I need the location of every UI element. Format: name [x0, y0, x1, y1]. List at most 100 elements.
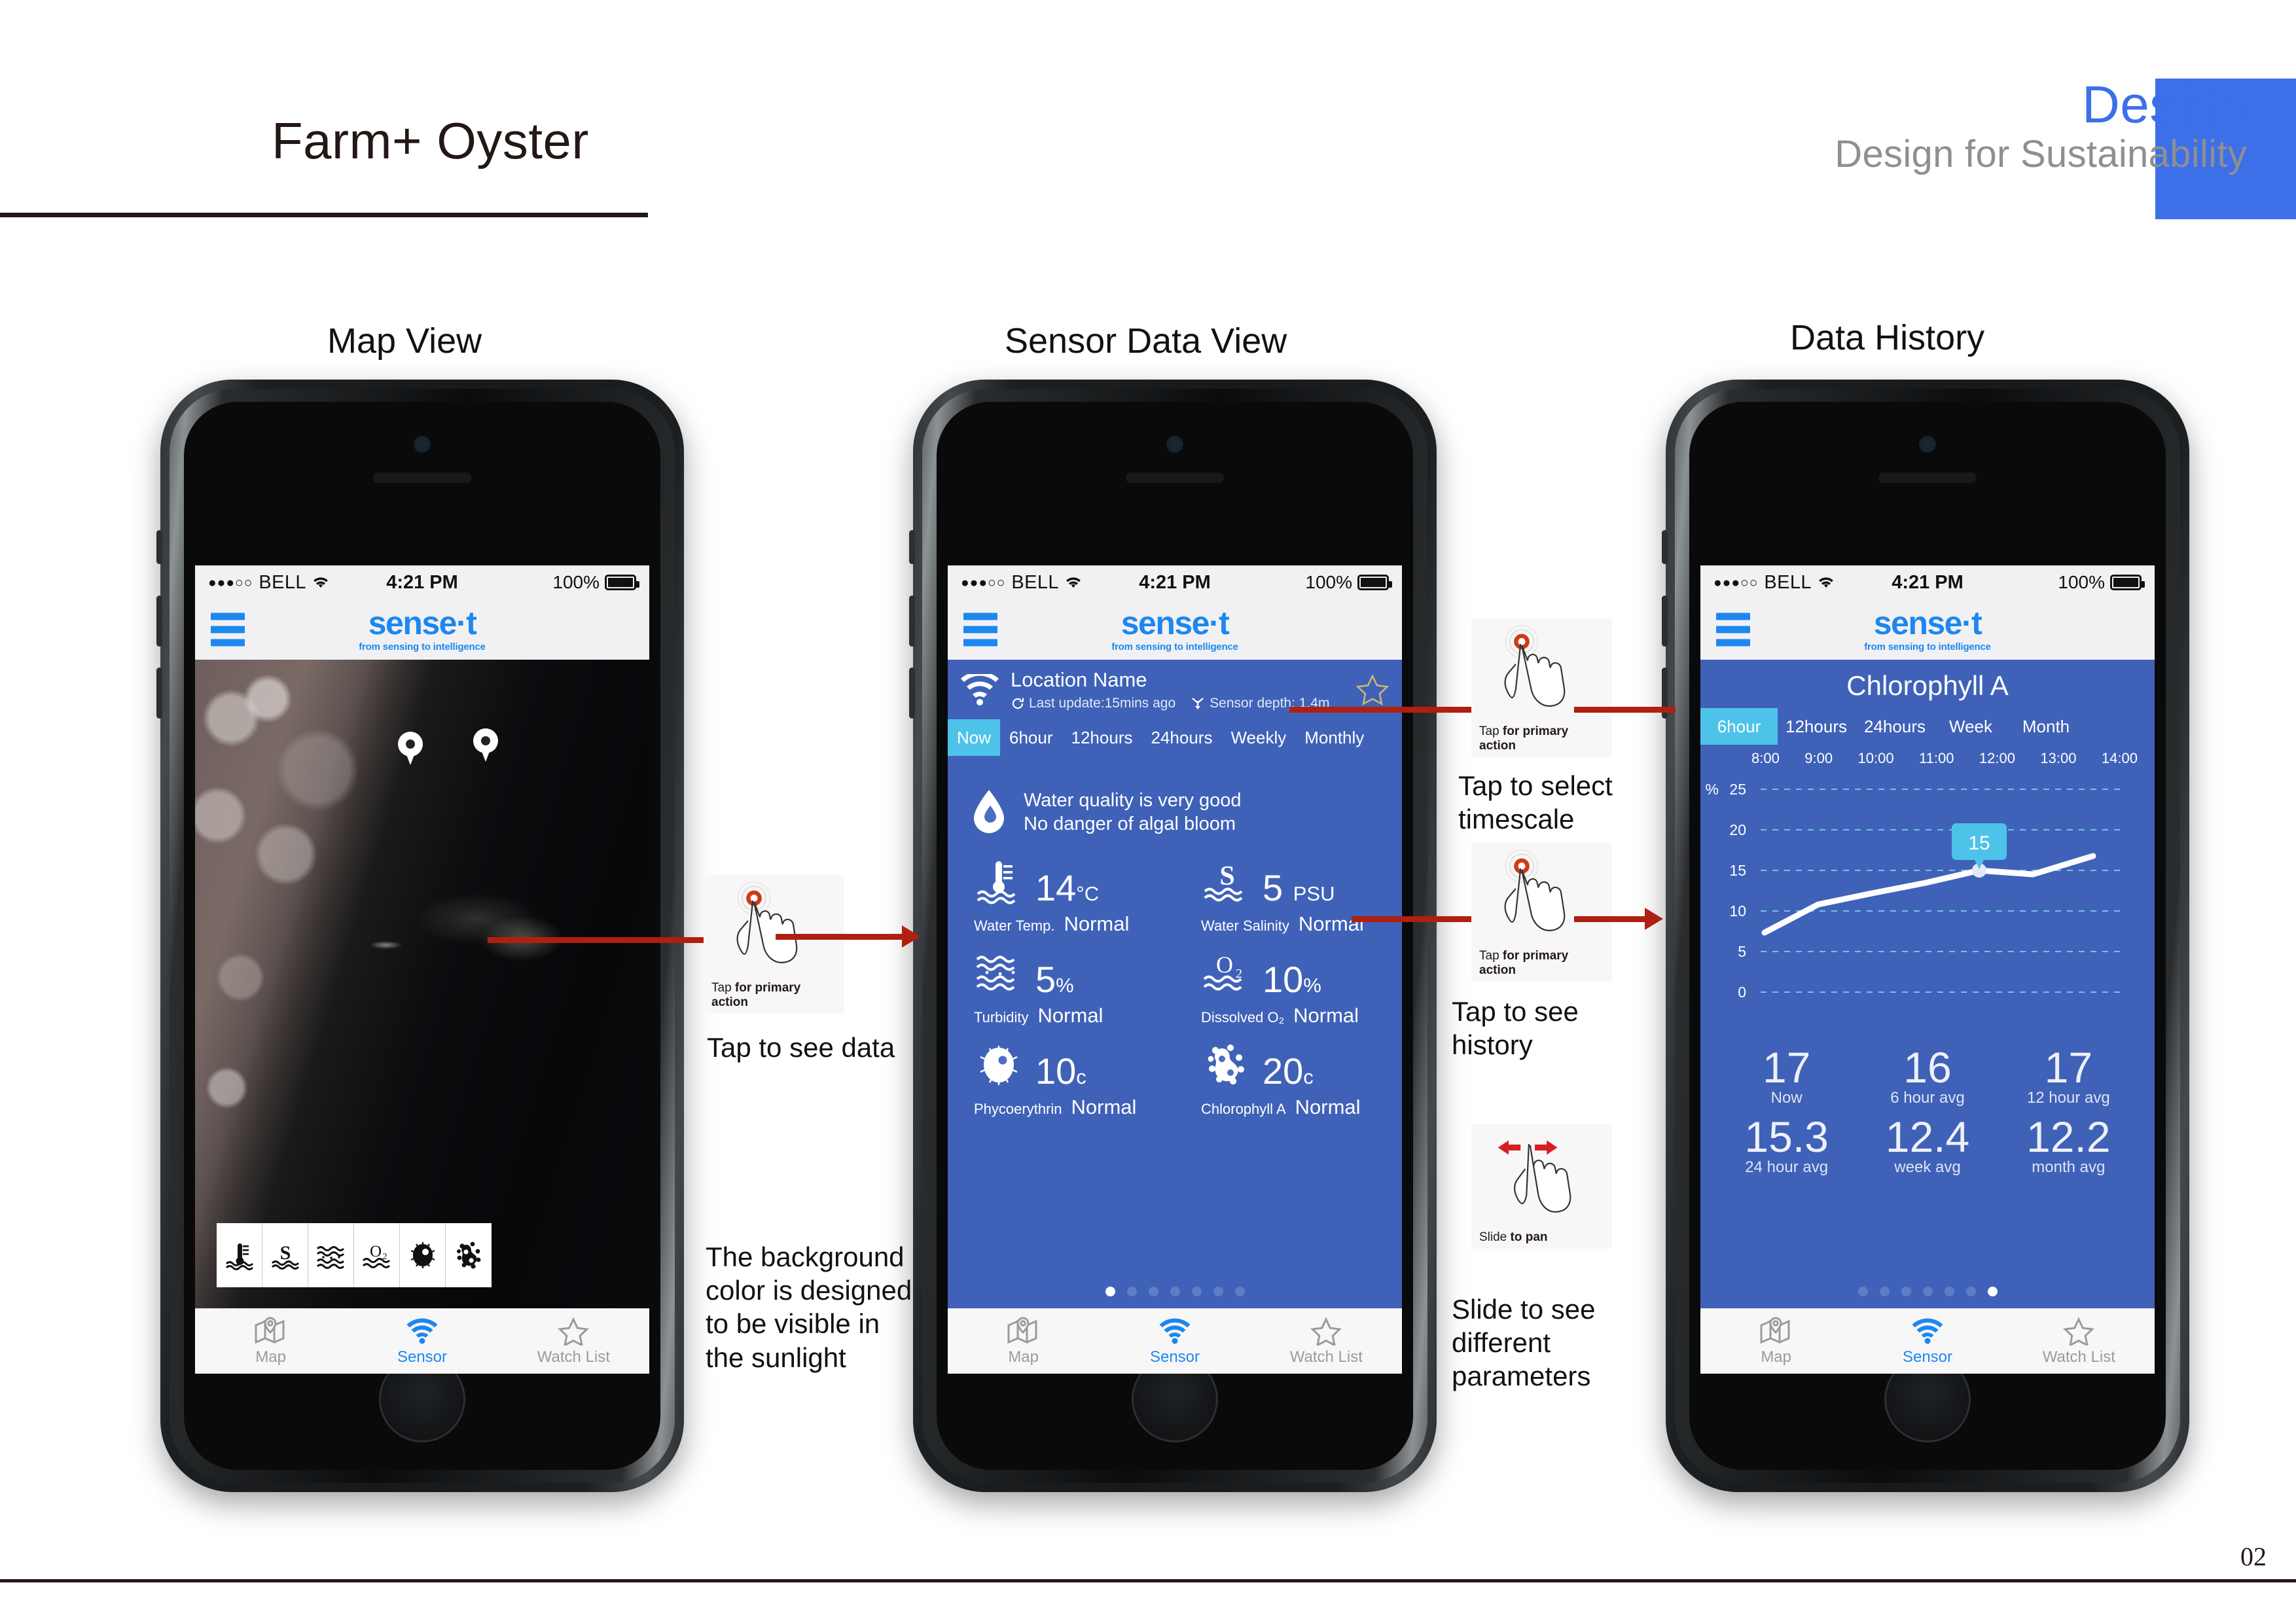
- timescale-24hours[interactable]: 24hours: [1855, 708, 1935, 745]
- reading-label: Water Temp.: [974, 917, 1055, 934]
- parameter-icon-strip[interactable]: S O2: [217, 1223, 492, 1287]
- y-tick-10: 10: [1729, 902, 1746, 919]
- page-dot[interactable]: [1901, 1287, 1911, 1296]
- sidebar-item-map[interactable]: Map: [1700, 1309, 1852, 1374]
- status-bar: ●●●○○ BELL 4:21 PM 100%: [1700, 565, 2155, 599]
- front-camera-icon: [1166, 436, 1183, 453]
- svg-text:2: 2: [1236, 967, 1242, 981]
- chlorophyll-icon[interactable]: [446, 1223, 492, 1287]
- page-dot[interactable]: [1234, 1287, 1245, 1296]
- sidebar-item-sensor[interactable]: Sensor: [1099, 1309, 1250, 1374]
- timescale-24hours[interactable]: 24hours: [1141, 719, 1221, 756]
- screen-map: ●●●○○ BELL 4:21 PM 100% sense·t from sen…: [195, 565, 649, 1374]
- history-chart[interactable]: % 25 20 15 10 5 0 15 8:00 9:00 10:00 11:…: [1700, 750, 2155, 1031]
- reading-water-salinity[interactable]: S 5 PSU Water Salinity Normal: [1175, 859, 1402, 936]
- page-dot[interactable]: [1105, 1287, 1115, 1296]
- turbidity-icon: [976, 955, 1015, 991]
- timescale-now[interactable]: Now: [948, 719, 1001, 757]
- menu-icon[interactable]: [963, 613, 997, 647]
- map-pin[interactable]: [473, 728, 498, 762]
- reading-water-temperature[interactable]: 14°C Water Temp. Normal: [948, 859, 1175, 936]
- timescale-6hour[interactable]: 6hour: [1700, 708, 1778, 745]
- stat-value: 12.2: [2026, 1113, 2111, 1161]
- volume-down-button[interactable]: [156, 668, 162, 719]
- page-dot[interactable]: [1944, 1287, 1954, 1296]
- reading-value: 5%: [1035, 961, 1074, 998]
- menu-icon[interactable]: [1716, 613, 1750, 647]
- mute-switch[interactable]: [909, 530, 915, 564]
- sidebar-item-map[interactable]: Map: [948, 1309, 1099, 1374]
- sidebar-item-watchlist[interactable]: Watch List: [2003, 1309, 2155, 1374]
- footer-rule: [0, 1579, 2296, 1582]
- timescale-monthly[interactable]: Monthly: [1295, 719, 1373, 756]
- page-dot[interactable]: [1170, 1287, 1180, 1296]
- timescale-selector[interactable]: 6hour 12hours 24hours Week Month: [1700, 708, 2155, 745]
- status-time: 4:21 PM: [386, 571, 458, 593]
- stat-label: 6 hour avg: [1890, 1089, 1965, 1107]
- volume-up-button[interactable]: [1662, 596, 1668, 647]
- volume-down-button[interactable]: [909, 668, 915, 719]
- phycoerythrin-icon: [980, 1045, 1018, 1085]
- brand-name: sense·t: [1873, 605, 1982, 641]
- volume-up-button[interactable]: [909, 596, 915, 647]
- timescale-month[interactable]: Month: [2007, 708, 2085, 745]
- bottom-tabbar: Map Sensor Watch List: [1700, 1308, 2155, 1374]
- timescale-12hours[interactable]: 12hours: [1778, 708, 1855, 745]
- timescale-weekly[interactable]: Weekly: [1221, 719, 1295, 756]
- gesture-caption: Tap for primary action: [711, 981, 836, 1010]
- reading-dissolved-oxygen[interactable]: O2 10% Dissolved O₂ Normal: [1175, 950, 1402, 1027]
- reading-turbidity[interactable]: 5% Turbidity Normal: [948, 950, 1175, 1027]
- dissolved-oxygen-icon[interactable]: O2: [354, 1223, 400, 1287]
- view-title-history: Data History: [1790, 318, 1985, 357]
- star-outline-icon[interactable]: [1356, 673, 1389, 705]
- turbidity-icon[interactable]: [308, 1223, 354, 1287]
- page-dot[interactable]: [1191, 1287, 1202, 1296]
- sidebar-item-map[interactable]: Map: [195, 1309, 346, 1374]
- water-temperature-icon[interactable]: [217, 1223, 262, 1287]
- tab-label-map: Map: [1008, 1347, 1039, 1366]
- volume-up-button[interactable]: [156, 596, 162, 647]
- brand-tagline: from sensing to intelligence: [1111, 641, 1238, 652]
- svg-text:S: S: [1219, 861, 1234, 891]
- carrier-label: BELL: [1764, 571, 1812, 593]
- page-dot[interactable]: [1148, 1287, 1158, 1296]
- mute-switch[interactable]: [156, 530, 162, 564]
- page-dot[interactable]: [1987, 1287, 1998, 1296]
- annotation-arrow: [488, 937, 713, 943]
- y-tick-5: 5: [1738, 943, 1746, 960]
- page-dot[interactable]: [1965, 1287, 1976, 1296]
- sidebar-item-sensor[interactable]: Sensor: [346, 1309, 497, 1374]
- timescale-selector[interactable]: Now 6hour 12hours 24hours Weekly Monthly: [948, 719, 1402, 757]
- caption-light: Tap: [1479, 724, 1499, 738]
- timescale-6hour[interactable]: 6hour: [1000, 719, 1062, 756]
- satellite-map[interactable]: [195, 660, 649, 1308]
- stat-12-hour-avg: 17 12 hour avg: [1998, 1046, 2139, 1107]
- sidebar-item-watchlist[interactable]: Watch List: [498, 1309, 649, 1374]
- page-dot[interactable]: [1126, 1287, 1137, 1296]
- wifi-icon: [406, 1318, 438, 1344]
- page-indicator[interactable]: [1700, 1287, 2155, 1296]
- reading-value: 10c: [1035, 1053, 1086, 1090]
- battery-percent: 100%: [2058, 572, 2105, 592]
- reading-phycoerythrin[interactable]: 10c Phycoerythrin Normal: [948, 1042, 1175, 1119]
- salinity-icon[interactable]: S: [262, 1223, 308, 1287]
- sidebar-item-watchlist[interactable]: Watch List: [1251, 1309, 1402, 1374]
- stat-value: 17: [1762, 1043, 1811, 1092]
- page-dot[interactable]: [1857, 1287, 1868, 1296]
- menu-icon[interactable]: [211, 613, 245, 647]
- phycoerythrin-icon[interactable]: [400, 1223, 446, 1287]
- mute-switch[interactable]: [1662, 530, 1668, 564]
- status-right: 100%: [552, 572, 639, 593]
- page-dot[interactable]: [1879, 1287, 1890, 1296]
- page-dot[interactable]: [1922, 1287, 1933, 1296]
- timescale-12hours[interactable]: 12hours: [1062, 719, 1142, 756]
- page-dot[interactable]: [1213, 1287, 1223, 1296]
- reading-chlorophyll-a[interactable]: 20c Chlorophyll A Normal: [1175, 1042, 1402, 1119]
- sidebar-item-sensor[interactable]: Sensor: [1852, 1309, 2003, 1374]
- battery-icon: [1357, 575, 1392, 590]
- timescale-week[interactable]: Week: [1935, 708, 2007, 745]
- brand-logo: sense·t from sensing to intelligence: [359, 607, 486, 652]
- page-indicator[interactable]: [948, 1287, 1402, 1296]
- map-pin[interactable]: [398, 732, 423, 766]
- stat-week-avg: 12.4 week avg: [1857, 1115, 1998, 1177]
